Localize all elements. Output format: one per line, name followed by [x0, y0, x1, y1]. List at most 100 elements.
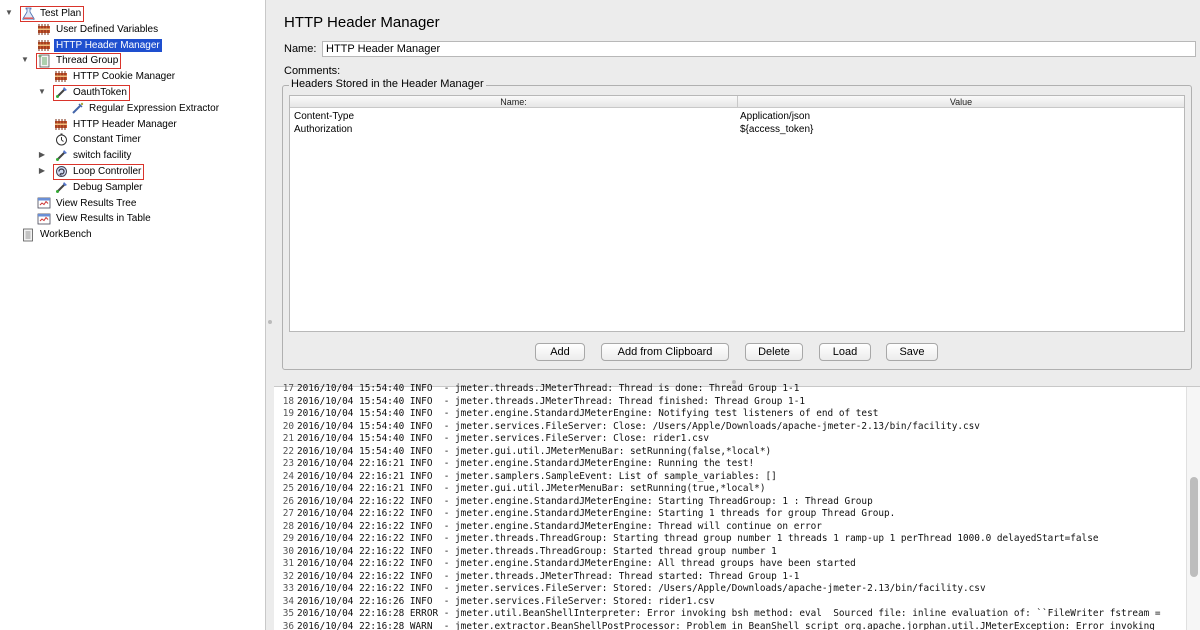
thread-group-icon [37, 54, 51, 68]
post-processor-icon [70, 101, 84, 115]
log-scrollbar[interactable] [1186, 387, 1200, 630]
log-line-number: 19 [282, 408, 294, 419]
log-line-number: 21 [282, 433, 294, 444]
config-element-icon [37, 38, 51, 52]
tree-node[interactable]: OauthToken [53, 84, 130, 101]
tree-node-label: User Defined Variables [56, 23, 159, 35]
tree-node[interactable]: Regular Expression Extractor [70, 101, 221, 116]
headers-table[interactable]: Name: Value Content-Type Application/jso… [289, 95, 1185, 332]
tree-node-content: Constant Timer [54, 133, 143, 147]
headers-group: Headers Stored in the Header Manager Nam… [282, 78, 1192, 370]
log-line-text: 2016/10/04 22:16:21 INFO - jmeter.sample… [297, 470, 777, 482]
sampler-icon [54, 180, 68, 194]
tree-node-label: Loop Controller [73, 166, 142, 177]
load-button[interactable]: Load [819, 343, 871, 361]
log-line-text: 2016/10/04 22:16:28 ERROR - jmeter.util.… [297, 608, 1161, 619]
workbench-icon [21, 228, 35, 242]
test-plan-tree[interactable]: ▼ Test Plan User Defined Variables HTTP Hea… [0, 0, 266, 630]
tree-node-label: Thread Group [56, 55, 119, 67]
tree-node[interactable]: Loop Controller [52, 163, 145, 180]
tree-node-label: HTTP Header Manager [54, 38, 162, 52]
sampler-icon [54, 86, 68, 100]
tree-node[interactable]: Test Plan [19, 5, 85, 22]
header-name-cell[interactable]: Authorization [294, 123, 734, 136]
collapse-toggle-icon[interactable]: ▼ [37, 87, 47, 97]
loop-controller-icon [54, 165, 68, 179]
add-from-clipboard-button[interactable]: Add from Clipboard [601, 343, 729, 361]
log-line-text: 2016/10/04 22:16:22 INFO - jmeter.thread… [297, 545, 777, 557]
collapse-toggle-icon[interactable]: ▼ [4, 8, 14, 18]
expand-toggle-icon[interactable]: ▶ [37, 150, 47, 160]
tree-node-label: HTTP Cookie Manager [73, 71, 176, 83]
tree-node-content: HTTP Header Manager [54, 117, 179, 131]
log-line: 32 2016/10/04 22:16:22 INFO - jmeter.thre… [274, 571, 1182, 584]
log-line-text: 2016/10/04 15:54:40 INFO - jmeter.gui.ut… [297, 445, 772, 457]
log-line-number: 31 [282, 558, 294, 569]
expand-toggle-icon[interactable]: ▶ [37, 166, 47, 176]
tree-node[interactable]: Constant Timer [54, 132, 143, 147]
log-scrollbar-thumb[interactable] [1190, 477, 1198, 577]
log-line-number: 17 [282, 383, 294, 394]
log-line-number: 24 [282, 470, 294, 482]
config-element-icon [54, 117, 68, 131]
log-line-number: 36 [282, 620, 294, 630]
log-line-number: 30 [282, 545, 294, 557]
log-line: 23 2016/10/04 22:16:21 INFO - jmeter.engi… [274, 458, 1182, 471]
tree-node[interactable]: Debug Sampler [54, 180, 144, 195]
column-header-value[interactable]: Value [738, 96, 1184, 108]
sampler-icon [54, 149, 68, 163]
log-line: 17 2016/10/04 15:54:40 INFO - jmeter.thre… [274, 383, 1182, 396]
vertical-splitter[interactable] [266, 0, 274, 630]
tree-node[interactable]: switch facility [54, 148, 133, 163]
log-line-text: 2016/10/04 22:16:22 INFO - jmeter.engine… [297, 558, 856, 569]
save-button[interactable]: Save [886, 343, 938, 361]
log-line-text: 2016/10/04 22:16:22 INFO - jmeter.thread… [297, 533, 1099, 544]
column-header-name[interactable]: Name: [290, 96, 738, 108]
log-viewer[interactable]: 17 2016/10/04 15:54:40 INFO - jmeter.thre… [274, 383, 1200, 630]
tree-node[interactable]: View Results in Table [37, 211, 153, 226]
config-element-icon [54, 70, 68, 84]
comments-field[interactable] [346, 64, 1196, 78]
header-value-cell[interactable]: Application/json [740, 110, 1180, 123]
log-line: 35 2016/10/04 22:16:28 ERROR - jmeter.uti… [274, 608, 1182, 621]
tree-node-label: switch facility [73, 150, 132, 162]
tree-node-content: Thread Group [35, 52, 122, 69]
delete-button[interactable]: Delete [745, 343, 803, 361]
header-value-cell[interactable]: ${access_token} [740, 123, 1180, 136]
log-line-text: 2016/10/04 22:16:26 INFO - jmeter.servic… [297, 595, 715, 607]
comments-row: Comments: [284, 64, 1196, 78]
log-line-number: 34 [282, 595, 294, 607]
tree-node-content: User Defined Variables [37, 22, 160, 36]
config-element-icon [37, 22, 51, 36]
tree-node[interactable]: WorkBench [21, 227, 94, 242]
tree-node[interactable]: Thread Group [35, 52, 122, 69]
tree-node-label: Test Plan [40, 8, 82, 19]
log-line-text: 2016/10/04 15:54:40 INFO - jmeter.engine… [297, 408, 879, 419]
collapse-toggle-icon[interactable]: ▼ [20, 55, 30, 65]
tree-node-label: Debug Sampler [73, 181, 143, 193]
log-line-text: 2016/10/04 22:16:22 INFO - jmeter.engine… [297, 520, 822, 532]
log-line: 29 2016/10/04 22:16:22 INFO - jmeter.thre… [274, 533, 1182, 546]
log-line-number: 32 [282, 570, 294, 582]
tree-node[interactable]: HTTP Cookie Manager [54, 69, 177, 84]
tree-node[interactable]: User Defined Variables [37, 22, 160, 37]
log-line-number: 29 [282, 533, 294, 544]
log-line-text: 2016/10/04 22:16:28 WARN - jmeter.extrac… [297, 620, 1155, 630]
log-line-text: 2016/10/04 15:54:40 INFO - jmeter.servic… [297, 433, 710, 444]
header-name-cell[interactable]: Content-Type [294, 110, 734, 123]
name-row: Name: [284, 40, 1196, 57]
log-line-number: 25 [282, 483, 294, 494]
log-line: 27 2016/10/04 22:16:22 INFO - jmeter.engi… [274, 508, 1182, 521]
name-field[interactable] [322, 40, 1196, 57]
timer-icon [54, 133, 68, 147]
tree-node[interactable]: HTTP Header Manager [37, 38, 162, 53]
tree-node-label: OauthToken [73, 87, 127, 98]
add-button[interactable]: Add [535, 343, 585, 361]
tree-node[interactable]: HTTP Header Manager [54, 117, 179, 132]
log-line-number: 20 [282, 420, 294, 432]
log-line: 25 2016/10/04 22:16:21 INFO - jmeter.gui.… [274, 483, 1182, 496]
log-line: 21 2016/10/04 15:54:40 INFO - jmeter.serv… [274, 433, 1182, 446]
log-line-number: 27 [282, 508, 294, 519]
tree-node[interactable]: View Results Tree [37, 196, 138, 211]
listener-icon [37, 212, 51, 226]
